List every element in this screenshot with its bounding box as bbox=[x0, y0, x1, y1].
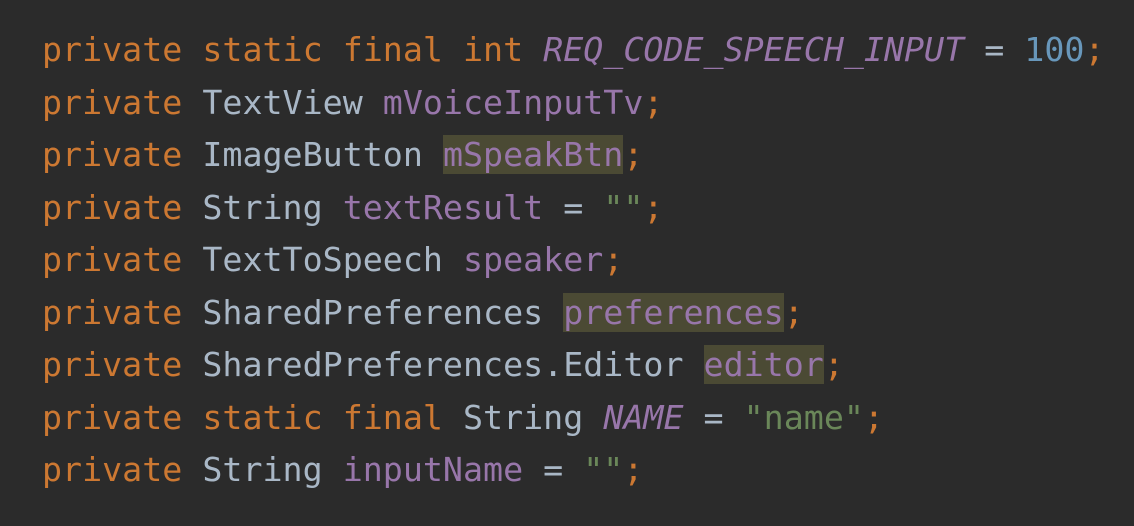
semicolon: ; bbox=[1084, 30, 1105, 69]
code-line-2[interactable]: private TextView mVoiceInputTv; bbox=[42, 77, 1134, 130]
semicolon: ; bbox=[783, 292, 804, 332]
keyword-private: private bbox=[42, 30, 183, 69]
keyword-private: private bbox=[42, 450, 183, 489]
keyword-private: private bbox=[42, 187, 183, 227]
semicolon: ; bbox=[623, 135, 644, 174]
code-editor[interactable]: private static final int REQ_CODE_SPEECH… bbox=[0, 0, 1134, 526]
type-name[interactable]: TextView bbox=[202, 83, 362, 122]
semicolon: ; bbox=[603, 240, 624, 279]
field-name-highlighted[interactable]: mSpeakBtn bbox=[442, 135, 624, 174]
assign-operator: = bbox=[984, 30, 1005, 69]
semicolon: ; bbox=[823, 345, 844, 384]
keyword-final: final bbox=[342, 30, 443, 69]
field-name[interactable]: textResult bbox=[343, 188, 543, 227]
field-name[interactable]: speaker bbox=[463, 240, 603, 279]
type-name[interactable]: String bbox=[202, 450, 322, 489]
code-line-3[interactable]: private ImageButton mSpeakBtn; bbox=[42, 129, 1134, 182]
type-name[interactable]: String bbox=[202, 188, 322, 227]
assign-operator: = bbox=[703, 397, 724, 437]
assign-operator: = bbox=[543, 450, 564, 489]
keyword-static: static bbox=[202, 397, 323, 437]
field-name-highlighted[interactable]: preferences bbox=[563, 292, 784, 332]
string-literal: "name" bbox=[743, 397, 864, 437]
type-name[interactable]: String bbox=[463, 398, 583, 437]
keyword-private: private bbox=[42, 135, 183, 174]
keyword-final: final bbox=[342, 397, 443, 437]
field-name[interactable]: inputName bbox=[343, 450, 523, 489]
code-line-1[interactable]: private static final int REQ_CODE_SPEECH… bbox=[42, 24, 1134, 77]
field-name[interactable]: mVoiceInputTv bbox=[383, 83, 644, 122]
type-name[interactable]: TextToSpeech bbox=[202, 240, 443, 279]
number-literal: 100 bbox=[1024, 30, 1085, 69]
field-name-highlighted[interactable]: editor bbox=[703, 345, 824, 384]
keyword-static: static bbox=[202, 30, 323, 69]
keyword-private: private bbox=[42, 397, 183, 437]
semicolon: ; bbox=[623, 450, 644, 489]
code-line-8[interactable]: private static final String NAME = "name… bbox=[42, 392, 1134, 445]
type-name[interactable]: SharedPreferences bbox=[202, 293, 543, 332]
keyword-private: private bbox=[42, 345, 183, 384]
type-name[interactable]: ImageButton bbox=[202, 135, 423, 174]
semicolon: ; bbox=[863, 397, 884, 437]
type-name[interactable]: SharedPreferences.Editor bbox=[202, 345, 683, 384]
code-line-4[interactable]: private String textResult = ""; bbox=[42, 182, 1134, 235]
assign-operator: = bbox=[563, 187, 584, 227]
keyword-int: int bbox=[462, 30, 524, 69]
keyword-private: private bbox=[42, 292, 183, 332]
code-line-9[interactable]: private String inputName = ""; bbox=[42, 444, 1134, 497]
code-line-5[interactable]: private TextToSpeech speaker; bbox=[42, 234, 1134, 287]
semicolon: ; bbox=[643, 82, 664, 122]
string-literal: "" bbox=[583, 450, 624, 489]
constant-name[interactable]: NAME bbox=[603, 398, 683, 437]
string-literal: "" bbox=[603, 187, 644, 227]
semicolon: ; bbox=[643, 187, 664, 227]
code-line-6[interactable]: private SharedPreferences preferences; bbox=[42, 287, 1134, 340]
keyword-private: private bbox=[42, 240, 183, 279]
constant-name[interactable]: REQ_CODE_SPEECH_INPUT bbox=[543, 30, 964, 69]
keyword-private: private bbox=[42, 82, 183, 122]
code-line-7[interactable]: private SharedPreferences.Editor editor; bbox=[42, 339, 1134, 392]
